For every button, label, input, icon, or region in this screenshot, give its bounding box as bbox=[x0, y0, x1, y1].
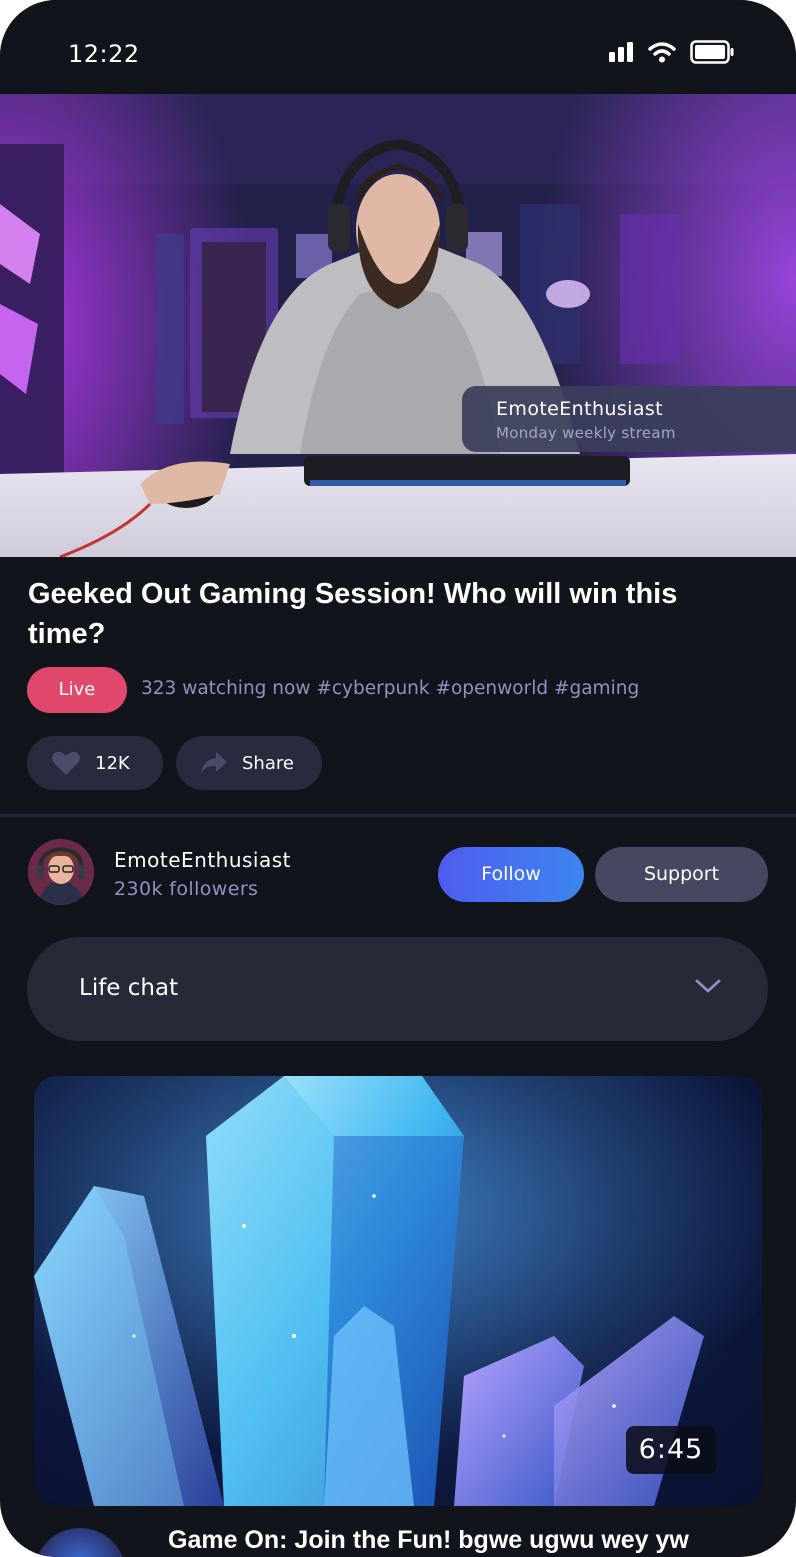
like-button[interactable]: 12K bbox=[27, 736, 163, 790]
next-video-title[interactable]: Game On: Join the Fun! bgwe ugwu wey yw bbox=[168, 1526, 689, 1555]
wifi-icon bbox=[648, 42, 676, 63]
streamer-scene-image bbox=[0, 94, 796, 557]
heart-icon bbox=[52, 751, 80, 775]
follow-button[interactable]: Follow bbox=[438, 847, 584, 902]
avatar-image bbox=[28, 839, 94, 905]
status-time: 12:22 bbox=[68, 40, 140, 68]
overlay-stream-subtitle: Monday weekly stream bbox=[496, 424, 676, 442]
chevron-down-icon bbox=[695, 979, 721, 993]
battery-icon bbox=[690, 40, 734, 64]
share-button[interactable]: Share bbox=[176, 736, 322, 790]
live-badge: Live bbox=[27, 667, 127, 713]
phone-screen: 12:22 EmoteEnthusiast Monday weekly stre… bbox=[0, 0, 796, 1557]
watching-and-tags: 323 watching now #cyberpunk #openworld #… bbox=[141, 678, 640, 699]
channel-avatar[interactable] bbox=[28, 839, 94, 905]
share-arrow-icon bbox=[201, 752, 227, 773]
support-button[interactable]: Support bbox=[595, 847, 768, 902]
status-icons bbox=[608, 40, 734, 64]
share-label: Share bbox=[242, 752, 294, 774]
overlay-streamer-name: EmoteEnthusiast bbox=[496, 398, 664, 420]
live-chat-dropdown[interactable]: Life chat bbox=[27, 937, 768, 1041]
channel-name[interactable]: EmoteEnthusiast bbox=[114, 848, 291, 872]
chat-label: Life chat bbox=[79, 975, 179, 1001]
status-bar: 12:22 bbox=[0, 0, 796, 94]
section-divider bbox=[0, 814, 796, 817]
video-duration: 6:45 bbox=[626, 1426, 716, 1474]
next-video-channel-avatar[interactable] bbox=[34, 1528, 126, 1557]
streamer-overlay-card: EmoteEnthusiast Monday weekly stream bbox=[462, 386, 796, 452]
follower-count: 230k followers bbox=[114, 878, 259, 900]
like-count: 12K bbox=[95, 752, 130, 774]
stream-title: Geeked Out Gaming Session! Who will win … bbox=[28, 578, 678, 650]
stream-video[interactable]: EmoteEnthusiast Monday weekly stream bbox=[0, 94, 796, 557]
signal-icon bbox=[609, 42, 633, 62]
